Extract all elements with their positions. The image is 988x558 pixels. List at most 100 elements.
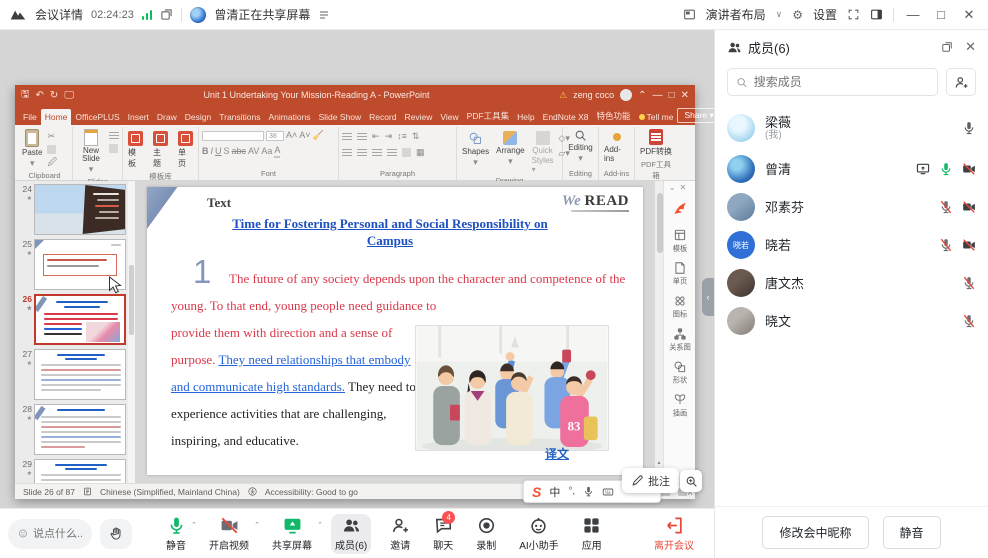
align-center-icon[interactable] <box>357 149 367 157</box>
tab-animations[interactable]: Animations <box>265 109 315 125</box>
quick-styles-button[interactable]: QuickStyles ▾ <box>530 130 556 175</box>
change-case-icon[interactable]: Aa <box>261 146 272 157</box>
chevron-icon[interactable]: ⌃ <box>254 521 260 529</box>
start-slideshow-icon[interactable]: 🖵 <box>64 90 74 101</box>
addins-button[interactable]: Add-ins <box>602 144 631 164</box>
template-button[interactable]: 模板 <box>126 130 145 170</box>
tab-transitions[interactable]: Transitions <box>215 109 264 125</box>
thumbnail-slide-28[interactable]: 28★ <box>17 404 135 455</box>
mute-button[interactable]: ⌃ 静音 <box>162 514 190 554</box>
editing-button[interactable]: Editing▾ <box>566 128 594 165</box>
mic-muted-icon[interactable] <box>962 314 976 328</box>
apps-button[interactable]: 应用 <box>578 514 606 554</box>
punctuation-icon[interactable]: °, <box>568 486 575 497</box>
font-size-box[interactable]: 38 <box>266 131 284 141</box>
leave-meeting-button[interactable]: 离开会议 <box>654 516 706 552</box>
tab-draw[interactable]: Draw <box>153 109 181 125</box>
close-button[interactable]: ✕ <box>960 7 978 23</box>
chevron-icon[interactable]: ⌃ <box>191 521 197 529</box>
notes-page-icon[interactable] <box>83 487 92 496</box>
member-row[interactable]: 晓若 晓若 <box>715 226 988 264</box>
language-status[interactable]: Chinese (Simplified, Mainland China) <box>100 487 240 497</box>
members-button[interactable]: 成员(6) <box>331 514 371 554</box>
ppt-close-button[interactable]: ✕ <box>681 90 689 101</box>
save-icon[interactable]: 🖫 <box>21 87 30 104</box>
underline-icon[interactable]: U <box>215 146 222 157</box>
tab-endnote[interactable]: EndNote X8 <box>539 109 593 125</box>
invite-button[interactable]: 邀请 <box>386 514 414 554</box>
theme-button[interactable]: 主题 <box>151 130 170 170</box>
bullets-icon[interactable] <box>342 133 352 141</box>
islide-shapes-button[interactable]: 形状 <box>672 360 688 386</box>
decrease-indent-icon[interactable]: ⇤ <box>372 131 380 142</box>
tab-officeplus[interactable]: OfficePLUS <box>71 109 123 125</box>
single-page-button[interactable]: 单页 <box>176 130 195 170</box>
reset-slide-icon[interactable] <box>109 144 118 153</box>
redo-icon[interactable]: ↻ <box>50 90 58 101</box>
camera-off-icon[interactable] <box>962 162 976 176</box>
increase-indent-icon[interactable]: ⇥ <box>385 131 393 142</box>
slide-26-canvas[interactable]: Text We READ Time for Fostering Personal… <box>147 187 643 475</box>
rename-button[interactable]: 修改会中昵称 <box>762 516 868 549</box>
line-spacing-icon[interactable]: ↕≡ <box>397 131 407 142</box>
member-row[interactable]: 邓素芬 <box>715 188 988 226</box>
panel-collapse-handle[interactable]: ‹ <box>702 278 714 316</box>
close-panel-icon[interactable]: ✕ <box>965 39 976 55</box>
thumbnail-scrollbar[interactable] <box>128 181 135 483</box>
thumbnail-slide-24[interactable]: 24★ <box>17 184 135 235</box>
translation-link[interactable]: 译文 <box>545 445 569 462</box>
minimize-button[interactable]: — <box>904 7 922 22</box>
annotate-button[interactable]: 批注 <box>622 468 679 493</box>
accessibility-status[interactable]: Accessibility: Good to go <box>265 487 358 497</box>
thumbnail-slide-26-selected[interactable]: 26★ <box>17 294 135 345</box>
tab-home[interactable]: Home <box>41 109 72 125</box>
copy-icon[interactable] <box>47 145 56 154</box>
ai-assistant-button[interactable]: AI小助手 <box>515 514 562 554</box>
voice-input-icon[interactable] <box>583 486 594 497</box>
slide-vertical-scrollbar[interactable]: ▴▾⚓ <box>654 181 663 483</box>
mic-muted-icon[interactable] <box>962 276 976 290</box>
tab-insert[interactable]: Insert <box>124 109 153 125</box>
quick-message-box[interactable] <box>8 519 92 549</box>
start-video-button[interactable]: ⌃ 开启视频 <box>205 514 253 554</box>
bold-icon[interactable]: B <box>202 146 209 157</box>
format-painter-icon[interactable]: 🖉 <box>47 157 57 168</box>
text-shadow-icon[interactable]: S <box>224 146 230 157</box>
tab-review[interactable]: Review <box>401 109 437 125</box>
font-name-box[interactable] <box>202 131 264 141</box>
camera-off-icon[interactable] <box>962 238 976 252</box>
ime-language-indicator[interactable]: 中 <box>549 484 560 500</box>
islide-templates-button[interactable]: 模板 <box>672 228 688 254</box>
raise-hand-button[interactable] <box>100 519 132 549</box>
share-screen-button[interactable]: ⌃ 共享屏幕 <box>268 514 316 554</box>
font-color-icon[interactable]: A <box>274 145 280 158</box>
smartart-convert-icon[interactable]: ▦ <box>416 147 425 158</box>
strikethrough-icon[interactable]: abc <box>232 146 247 157</box>
cut-icon[interactable]: ✂ <box>47 131 57 142</box>
member-row[interactable]: 唐文杰 <box>715 264 988 302</box>
share-control-menu-icon[interactable] <box>318 9 330 21</box>
islide-single-page-button[interactable]: 单页 <box>672 261 688 287</box>
tab-record[interactable]: Record <box>365 109 400 125</box>
islide-diagram-button[interactable]: 关系图 <box>668 327 692 353</box>
columns-icon[interactable] <box>402 148 411 157</box>
popout-panel-icon[interactable] <box>941 41 953 53</box>
quick-message-input[interactable] <box>33 528 82 540</box>
tab-tellme[interactable]: Tell me <box>635 109 678 125</box>
mic-muted-icon[interactable] <box>939 200 953 214</box>
tab-help[interactable]: Help <box>513 109 538 125</box>
settings-button[interactable]: 设置 <box>813 6 837 23</box>
tab-view[interactable]: View <box>436 109 462 125</box>
member-row[interactable]: 梁薇(我) <box>715 106 988 150</box>
ppt-restore-button[interactable]: □ <box>669 90 675 101</box>
arrange-button[interactable]: Arrange▾ <box>494 130 526 168</box>
chat-button[interactable]: 4 聊天 <box>429 514 457 554</box>
tab-design[interactable]: Design <box>181 109 215 125</box>
layout-selector[interactable]: 演讲者布局 <box>706 6 766 23</box>
tab-file[interactable]: File <box>19 109 41 125</box>
slide-layout-icon[interactable] <box>109 132 119 140</box>
shrink-font-icon[interactable]: A˅ <box>299 130 310 141</box>
ppt-minimize-button[interactable]: — <box>653 90 663 101</box>
member-search-box[interactable] <box>727 68 938 96</box>
character-spacing-icon[interactable]: AV <box>248 146 259 157</box>
